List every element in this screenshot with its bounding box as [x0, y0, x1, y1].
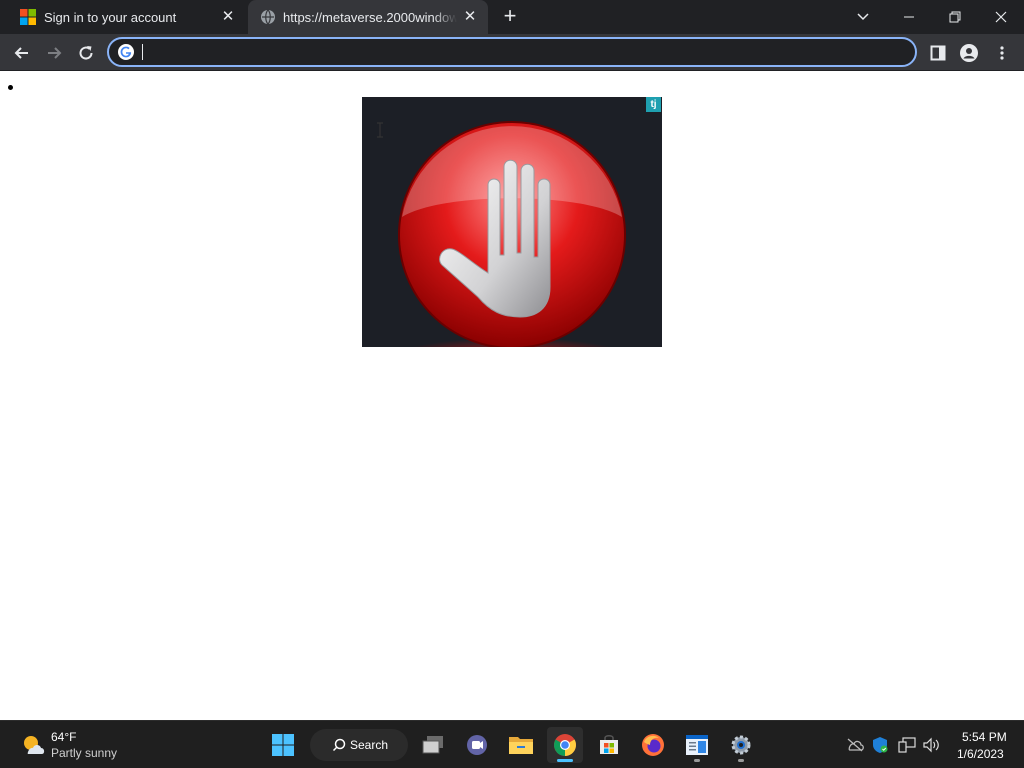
tab-metaverse[interactable]: https://metaverse.2000windows2 ✕	[248, 0, 488, 34]
address-input[interactable]	[141, 42, 901, 62]
task-view-button[interactable]	[415, 727, 451, 763]
clock-time: 5:54 PM	[962, 730, 1007, 744]
stop-hand-image[interactable]: tj	[362, 97, 662, 347]
taskbar-search-button[interactable]: Search	[310, 729, 408, 761]
store-icon	[600, 735, 618, 754]
start-button[interactable]	[265, 727, 301, 763]
chrome-button[interactable]	[547, 727, 583, 763]
search-label: Search	[350, 738, 389, 752]
tab-title: Sign in to your account	[44, 10, 177, 25]
new-tab-button[interactable]: +	[498, 5, 522, 29]
clock-date: 1/6/2023	[957, 747, 1004, 761]
running-app-indicator	[694, 759, 700, 762]
notepad-icon	[686, 735, 708, 755]
tab-close-icon[interactable]: ✕	[462, 9, 478, 25]
file-explorer-button[interactable]	[503, 727, 539, 763]
microsoft-store-button[interactable]	[591, 727, 627, 763]
taskbar: 64°F Partly sunny Search 5:54 PM 1/6/202…	[0, 720, 1024, 768]
restore-icon[interactable]	[932, 0, 978, 34]
reload-icon[interactable]	[73, 40, 99, 66]
network-icon[interactable]	[897, 735, 917, 755]
web-page-content: tj	[0, 72, 1024, 720]
tab-sign-in[interactable]: Sign in to your account ✕	[8, 0, 246, 34]
google-g-icon	[118, 44, 134, 60]
forward-arrow-icon[interactable]	[41, 40, 67, 66]
search-icon	[332, 738, 346, 752]
onedrive-offline-icon[interactable]	[845, 735, 865, 755]
teams-chat-button[interactable]	[459, 727, 495, 763]
chat-icon	[467, 735, 487, 755]
tab-close-icon[interactable]: ✕	[220, 9, 236, 25]
weather-temperature: 64°F	[51, 730, 77, 744]
running-app-indicator	[738, 759, 744, 762]
firefox-icon	[642, 734, 664, 756]
back-arrow-icon[interactable]	[9, 40, 35, 66]
tab-search-icon[interactable]	[840, 0, 886, 34]
side-panel-icon[interactable]	[925, 40, 951, 66]
security-shield-icon[interactable]	[870, 735, 890, 755]
firefox-button[interactable]	[635, 727, 671, 763]
text-caret	[142, 44, 143, 60]
stop-hand-icon	[398, 121, 626, 347]
folder-icon	[509, 737, 533, 754]
profile-icon[interactable]	[956, 40, 982, 66]
volume-icon[interactable]	[921, 735, 941, 755]
browser-window: Sign in to your account ✕ https://metave…	[0, 0, 1024, 720]
active-app-indicator	[557, 759, 573, 762]
partly-sunny-icon	[24, 736, 45, 754]
tab-strip: Sign in to your account ✕ https://metave…	[0, 0, 1024, 34]
ad-badge[interactable]: tj	[646, 97, 661, 112]
chrome-icon	[554, 734, 576, 756]
windows-logo-icon	[272, 734, 294, 756]
more-menu-icon[interactable]	[989, 40, 1015, 66]
address-bar[interactable]	[107, 37, 917, 67]
list-bullet	[8, 85, 13, 90]
tab-title: https://metaverse.2000windows2	[283, 10, 457, 25]
settings-button[interactable]	[723, 727, 759, 763]
notepad-app-button[interactable]	[679, 727, 715, 763]
close-window-icon[interactable]	[978, 0, 1024, 34]
globe-icon	[260, 9, 276, 25]
gear-icon	[731, 735, 751, 755]
minimize-icon[interactable]	[886, 0, 932, 34]
browser-toolbar	[0, 34, 1024, 71]
microsoft-logo-icon	[20, 9, 36, 25]
task-view-icon	[422, 736, 443, 754]
text-cursor-icon	[377, 122, 383, 138]
weather-description: Partly sunny	[51, 746, 118, 760]
